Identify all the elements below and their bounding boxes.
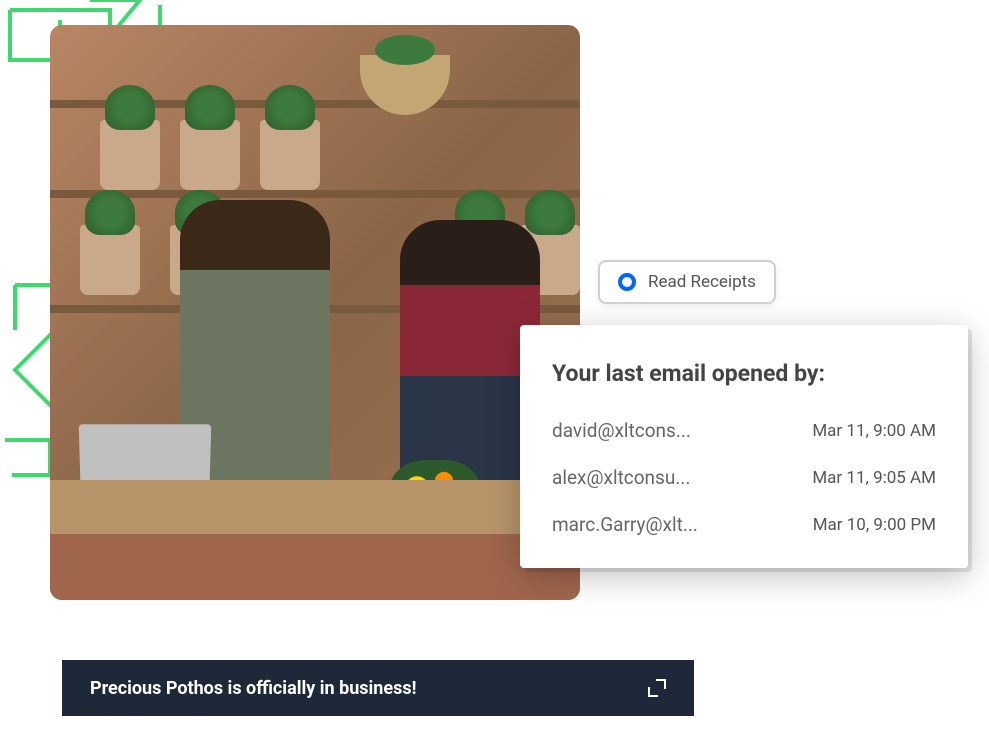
radio-selected-icon: [618, 273, 636, 291]
email-entry: marc.Garry@xlt... Mar 10, 9:00 PM: [552, 513, 936, 536]
email-timestamp: Mar 11, 9:00 AM: [812, 421, 936, 441]
email-opened-panel: Your last email opened by: david@xltcons…: [520, 325, 968, 568]
email-timestamp: Mar 10, 9:00 PM: [813, 515, 936, 535]
email-address: david@xltcons...: [552, 419, 691, 442]
email-address: marc.Garry@xlt...: [552, 513, 698, 536]
email-entry: david@xltcons... Mar 11, 9:00 AM: [552, 419, 936, 442]
read-receipts-badge[interactable]: Read Receipts: [598, 260, 776, 304]
notification-message: Precious Pothos is officially in busines…: [90, 678, 416, 699]
panel-title: Your last email opened by:: [552, 360, 936, 387]
expand-icon[interactable]: [648, 679, 666, 697]
email-entry: alex@xltconsu... Mar 11, 9:05 AM: [552, 466, 936, 489]
badge-label: Read Receipts: [648, 272, 756, 292]
email-timestamp: Mar 11, 9:05 AM: [812, 468, 936, 488]
notification-bar[interactable]: Precious Pothos is officially in busines…: [62, 660, 694, 716]
email-address: alex@xltconsu...: [552, 466, 690, 489]
hero-photo: [50, 25, 580, 600]
